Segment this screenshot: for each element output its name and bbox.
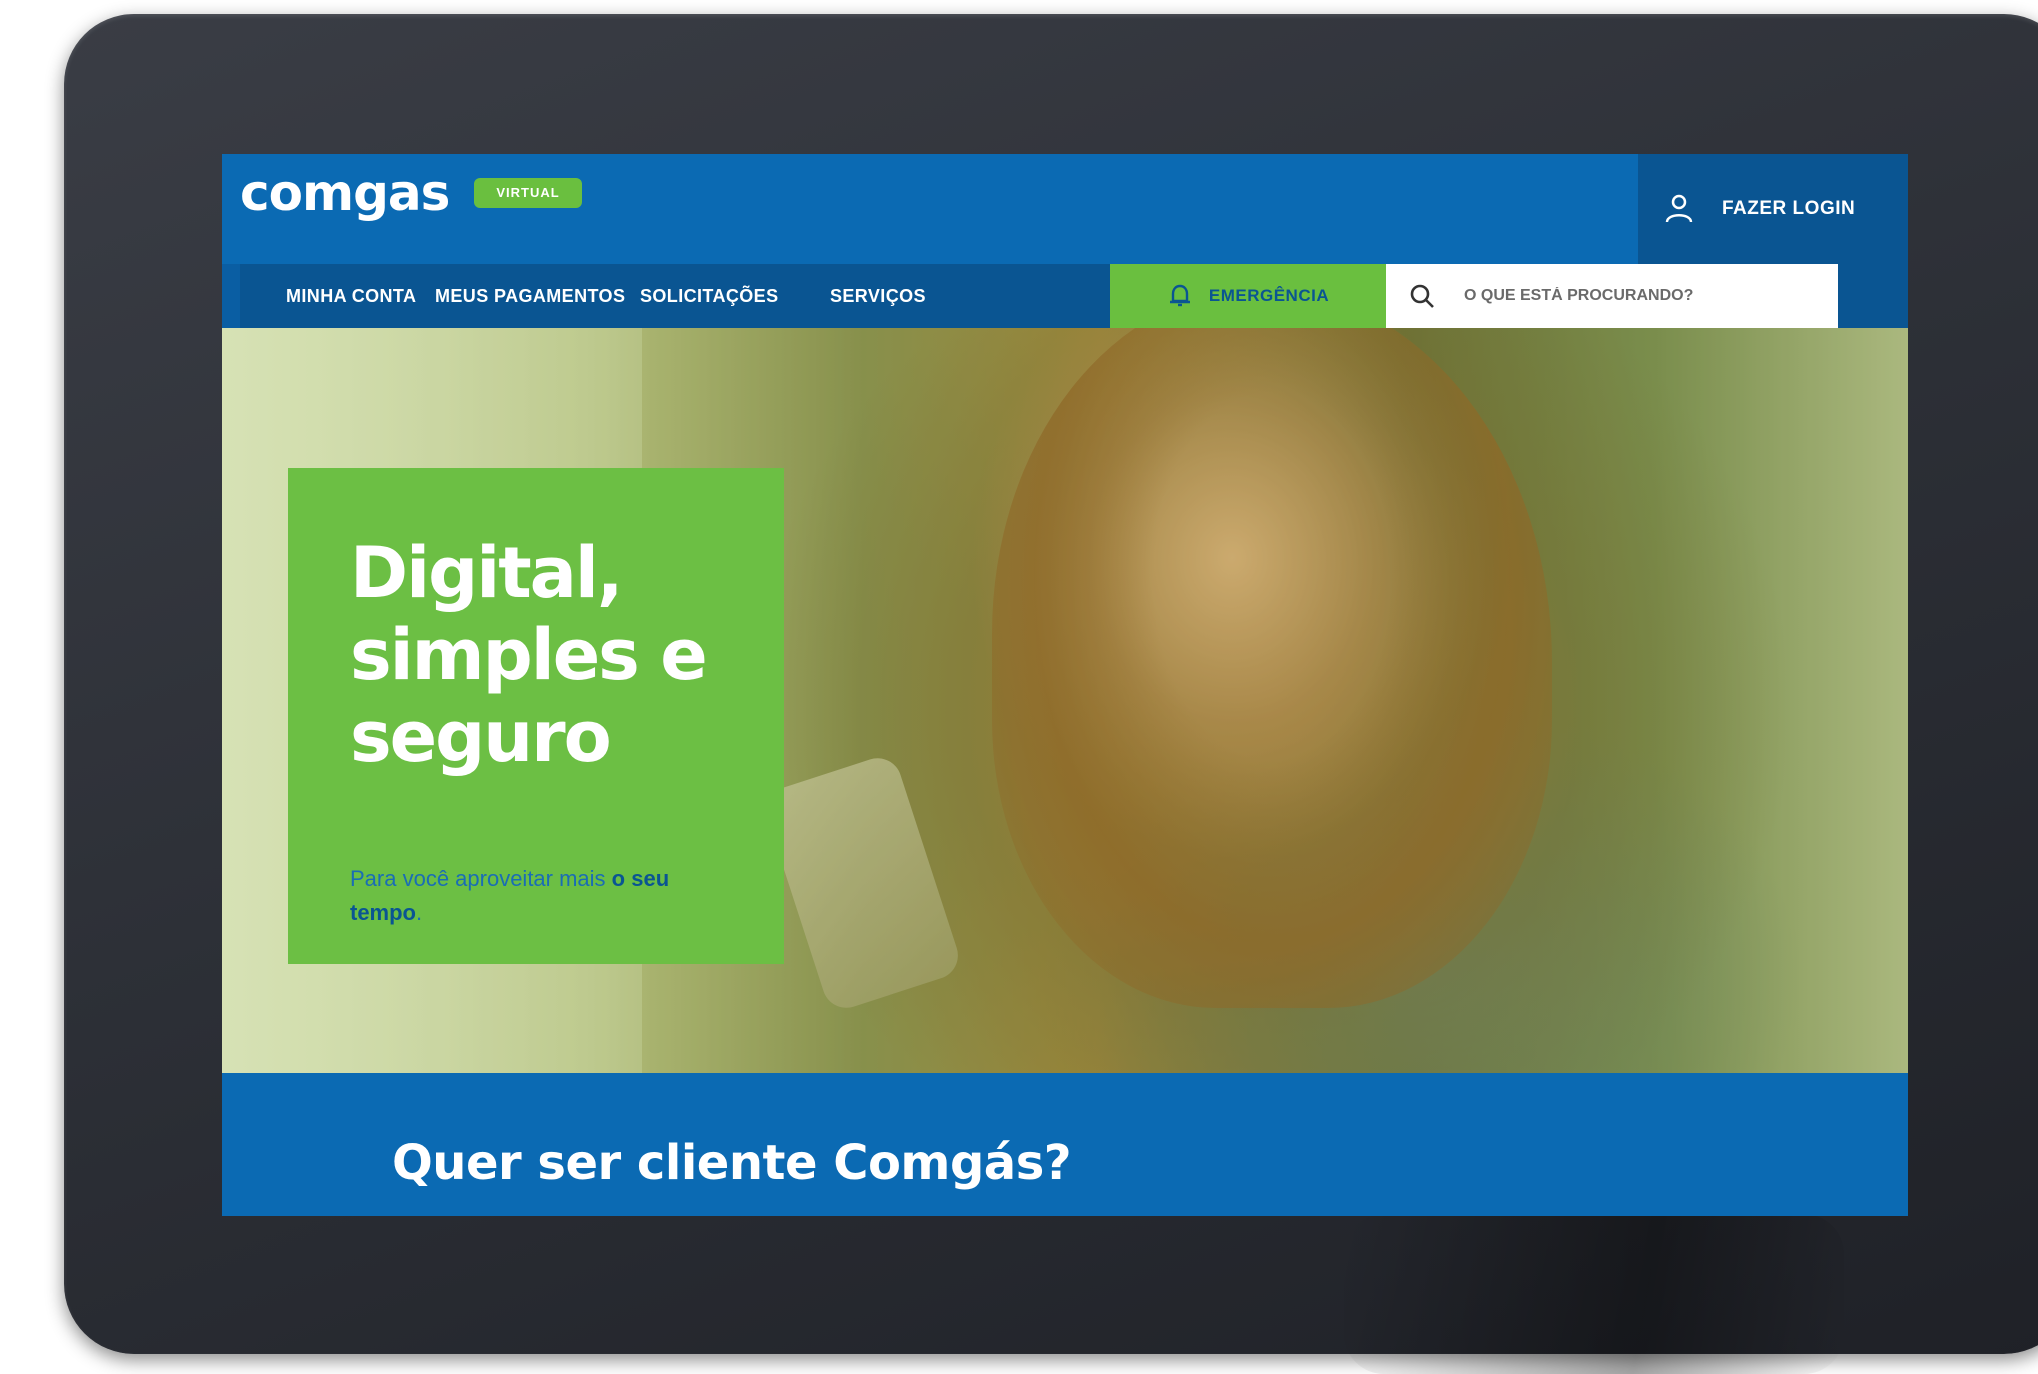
- virtual-badge: VIRTUAL: [474, 178, 582, 208]
- cta-title: Quer ser cliente Comgás?: [392, 1135, 1072, 1191]
- hero-subtitle: Para você aproveitar mais o seu tempo.: [350, 862, 730, 930]
- search-input[interactable]: [1462, 276, 1832, 316]
- hero-banner: Digital, simples e seguro Para você apro…: [222, 328, 1908, 1073]
- user-icon: [1665, 194, 1693, 223]
- comgas-logo[interactable]: comgas: [240, 164, 450, 222]
- emergency-button[interactable]: EMERGÊNCIA: [1110, 264, 1386, 328]
- nav-item-servicos[interactable]: SERVIÇOS: [830, 264, 926, 328]
- bell-icon: [1169, 284, 1190, 307]
- device-glare: [1344, 1214, 1844, 1374]
- login-label: FAZER LOGIN: [1722, 198, 1856, 219]
- nav-item-minha-conta[interactable]: MINHA CONTA: [286, 264, 416, 328]
- login-button[interactable]: FAZER LOGIN: [1638, 154, 1908, 264]
- nav-item-solicitacoes[interactable]: SOLICITAÇÕES: [640, 264, 778, 328]
- cta-section: Quer ser cliente Comgás?: [222, 1073, 1908, 1216]
- hero-card: Digital, simples e seguro Para você apro…: [288, 468, 784, 964]
- tablet-screen: comgas VIRTUAL FAZER LOGIN MINHA CONTA M…: [222, 154, 1908, 1216]
- search-icon[interactable]: [1408, 282, 1436, 310]
- site-header: comgas VIRTUAL FAZER LOGIN: [222, 154, 1908, 264]
- hero-subtitle-prefix: Para você aproveitar mais: [350, 866, 612, 891]
- hero-subtitle-suffix: .: [416, 900, 423, 925]
- nav-item-meus-pagamentos[interactable]: MEUS PAGAMENTOS: [435, 264, 625, 328]
- emergency-label: EMERGÊNCIA: [1208, 286, 1330, 305]
- hero-title: Digital, simples e seguro: [350, 532, 708, 778]
- search-bar[interactable]: [1386, 264, 1838, 328]
